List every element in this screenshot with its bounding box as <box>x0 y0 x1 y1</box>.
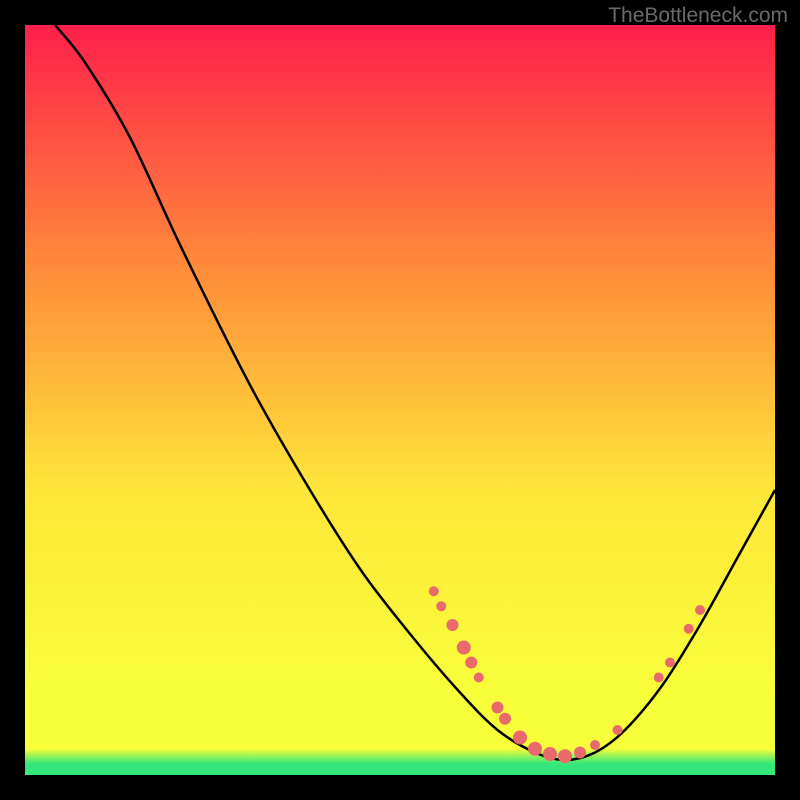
data-marker <box>558 749 572 763</box>
data-marker <box>684 624 694 634</box>
chart-svg <box>25 25 775 775</box>
data-marker <box>590 740 600 750</box>
data-marker <box>574 747 586 759</box>
data-marker <box>613 725 623 735</box>
plot-area <box>25 25 775 775</box>
data-marker <box>457 641 471 655</box>
data-marker <box>436 601 446 611</box>
data-marker <box>499 713 511 725</box>
data-marker <box>543 747 557 761</box>
data-marker <box>528 742 542 756</box>
data-marker <box>447 619 459 631</box>
data-marker <box>474 673 484 683</box>
data-marker <box>465 657 477 669</box>
data-marker <box>492 702 504 714</box>
data-marker <box>513 731 527 745</box>
watermark-text: TheBottleneck.com <box>608 4 788 28</box>
data-marker <box>695 605 705 615</box>
data-marker <box>429 586 439 596</box>
data-marker <box>654 673 664 683</box>
chart-container: TheBottleneck.com <box>0 0 800 800</box>
gradient-background <box>25 25 775 775</box>
data-marker <box>665 658 675 668</box>
